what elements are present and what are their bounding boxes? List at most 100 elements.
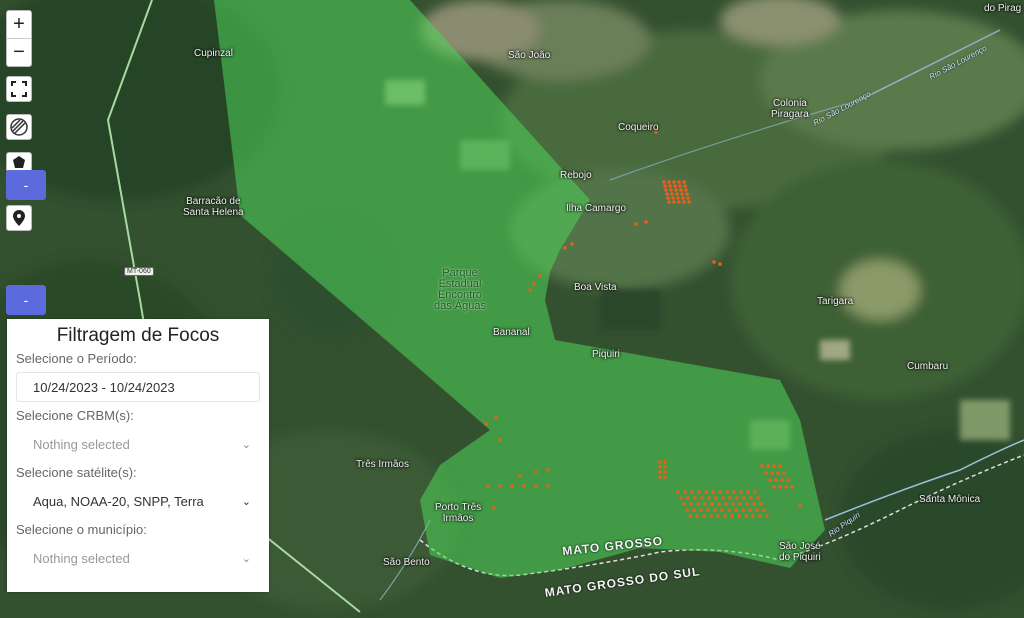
fire-hotspot-dot[interactable] [770, 471, 774, 475]
fire-hotspot-dot[interactable] [665, 192, 669, 196]
fire-hotspot-dot[interactable] [727, 508, 731, 512]
crbm-select[interactable]: Nothing selected ⌄ [16, 429, 260, 459]
fire-hotspot-dot[interactable] [749, 496, 753, 500]
fire-hotspot-dot[interactable] [664, 188, 668, 192]
fire-hotspot-dot[interactable] [484, 422, 488, 426]
marker-button[interactable] [6, 205, 32, 231]
fire-hotspot-dot[interactable] [658, 465, 662, 469]
collapse-panel-button[interactable]: - [6, 285, 46, 315]
fire-hotspot-dot[interactable] [675, 192, 679, 196]
fire-hotspot-dot[interactable] [772, 485, 776, 489]
fire-hotspot-dot[interactable] [718, 262, 722, 266]
fire-hotspot-dot[interactable] [709, 514, 713, 518]
fire-hotspot-dot[interactable] [682, 200, 686, 204]
fire-hotspot-dot[interactable] [687, 200, 691, 204]
fire-hotspot-dot[interactable] [685, 192, 689, 196]
fire-hotspot-dot[interactable] [658, 475, 662, 479]
layers-button[interactable] [6, 114, 32, 140]
fire-hotspot-dot[interactable] [780, 478, 784, 482]
fire-hotspot-dot[interactable] [683, 184, 687, 188]
fire-hotspot-dot[interactable] [683, 490, 687, 494]
fire-hotspot-dot[interactable] [690, 490, 694, 494]
fire-hotspot-dot[interactable] [751, 514, 755, 518]
fire-hotspot-dot[interactable] [644, 220, 648, 224]
fire-hotspot-dot[interactable] [735, 496, 739, 500]
fire-hotspot-dot[interactable] [710, 502, 714, 506]
fire-hotspot-dot[interactable] [753, 490, 757, 494]
fire-hotspot-dot[interactable] [734, 508, 738, 512]
municipio-select[interactable]: Nothing selected ⌄ [16, 543, 260, 573]
fire-hotspot-dot[interactable] [702, 514, 706, 518]
fire-hotspot-dot[interactable] [662, 180, 666, 184]
fire-hotspot-dot[interactable] [738, 502, 742, 506]
fire-hotspot-dot[interactable] [534, 470, 538, 474]
fire-hotspot-dot[interactable] [677, 180, 681, 184]
fire-hotspot-dot[interactable] [716, 514, 720, 518]
fire-hotspot-dot[interactable] [671, 196, 675, 200]
fire-hotspot-dot[interactable] [758, 514, 762, 518]
fire-hotspot-dot[interactable] [673, 184, 677, 188]
fire-hotspot-dot[interactable] [752, 502, 756, 506]
fire-hotspot-dot[interactable] [685, 508, 689, 512]
fire-hotspot-dot[interactable] [678, 184, 682, 188]
fire-hotspot-dot[interactable] [696, 502, 700, 506]
fire-hotspot-dot[interactable] [768, 478, 772, 482]
fire-hotspot-dot[interactable] [723, 514, 727, 518]
fire-hotspot-dot[interactable] [704, 490, 708, 494]
fire-hotspot-dot[interactable] [680, 192, 684, 196]
fire-hotspot-dot[interactable] [684, 188, 688, 192]
fire-hotspot-dot[interactable] [546, 484, 550, 488]
fire-hotspot-dot[interactable] [706, 508, 710, 512]
fire-hotspot-dot[interactable] [563, 246, 567, 250]
fire-hotspot-dot[interactable] [498, 484, 502, 488]
fire-hotspot-dot[interactable] [764, 471, 768, 475]
fire-hotspot-dot[interactable] [776, 471, 780, 475]
fire-hotspot-dot[interactable] [672, 200, 676, 204]
fire-hotspot-dot[interactable] [677, 200, 681, 204]
fire-hotspot-dot[interactable] [663, 184, 667, 188]
fire-hotspot-dot[interactable] [682, 502, 686, 506]
fire-hotspot-dot[interactable] [679, 496, 683, 500]
fire-hotspot-dot[interactable] [676, 490, 680, 494]
fire-hotspot-dot[interactable] [663, 475, 667, 479]
fire-hotspot-dot[interactable] [663, 470, 667, 474]
fire-hotspot-dot[interactable] [730, 514, 734, 518]
draw-polygon-button[interactable] [6, 152, 32, 172]
fire-hotspot-dot[interactable] [741, 508, 745, 512]
fire-hotspot-dot[interactable] [746, 490, 750, 494]
fire-hotspot-dot[interactable] [686, 496, 690, 500]
fire-hotspot-dot[interactable] [717, 502, 721, 506]
fire-hotspot-dot[interactable] [700, 496, 704, 500]
fire-hotspot-dot[interactable] [728, 496, 732, 500]
fire-hotspot-dot[interactable] [663, 465, 667, 469]
fire-hotspot-dot[interactable] [712, 260, 716, 264]
fire-hotspot-dot[interactable] [522, 484, 526, 488]
fire-hotspot-dot[interactable] [692, 508, 696, 512]
fire-hotspot-dot[interactable] [755, 508, 759, 512]
fire-hotspot-dot[interactable] [546, 468, 550, 472]
fire-hotspot-dot[interactable] [714, 496, 718, 500]
fire-hotspot-dot[interactable] [745, 502, 749, 506]
fire-hotspot-dot[interactable] [658, 460, 662, 464]
fire-hotspot-dot[interactable] [663, 460, 667, 464]
fire-hotspot-dot[interactable] [669, 188, 673, 192]
fire-hotspot-dot[interactable] [739, 490, 743, 494]
fire-hotspot-dot[interactable] [634, 222, 638, 226]
fire-hotspot-dot[interactable] [670, 192, 674, 196]
fire-hotspot-dot[interactable] [713, 508, 717, 512]
fire-hotspot-dot[interactable] [666, 196, 670, 200]
fire-hotspot-dot[interactable] [748, 508, 752, 512]
fire-hotspot-dot[interactable] [756, 496, 760, 500]
fire-hotspot-dot[interactable] [538, 274, 542, 278]
fire-hotspot-dot[interactable] [711, 490, 715, 494]
satellite-select[interactable]: Aqua, NOAA-20, SNPP, Terra ⌄ [16, 486, 260, 516]
fire-hotspot-dot[interactable] [784, 485, 788, 489]
fire-hotspot-dot[interactable] [672, 180, 676, 184]
collapse-draw-button[interactable]: - [6, 170, 46, 200]
fire-hotspot-dot[interactable] [534, 484, 538, 488]
fire-hotspot-dot[interactable] [486, 484, 490, 488]
fire-hotspot-dot[interactable] [498, 438, 502, 442]
fire-hotspot-dot[interactable] [744, 514, 748, 518]
fire-hotspot-dot[interactable] [689, 502, 693, 506]
fire-hotspot-dot[interactable] [766, 464, 770, 468]
